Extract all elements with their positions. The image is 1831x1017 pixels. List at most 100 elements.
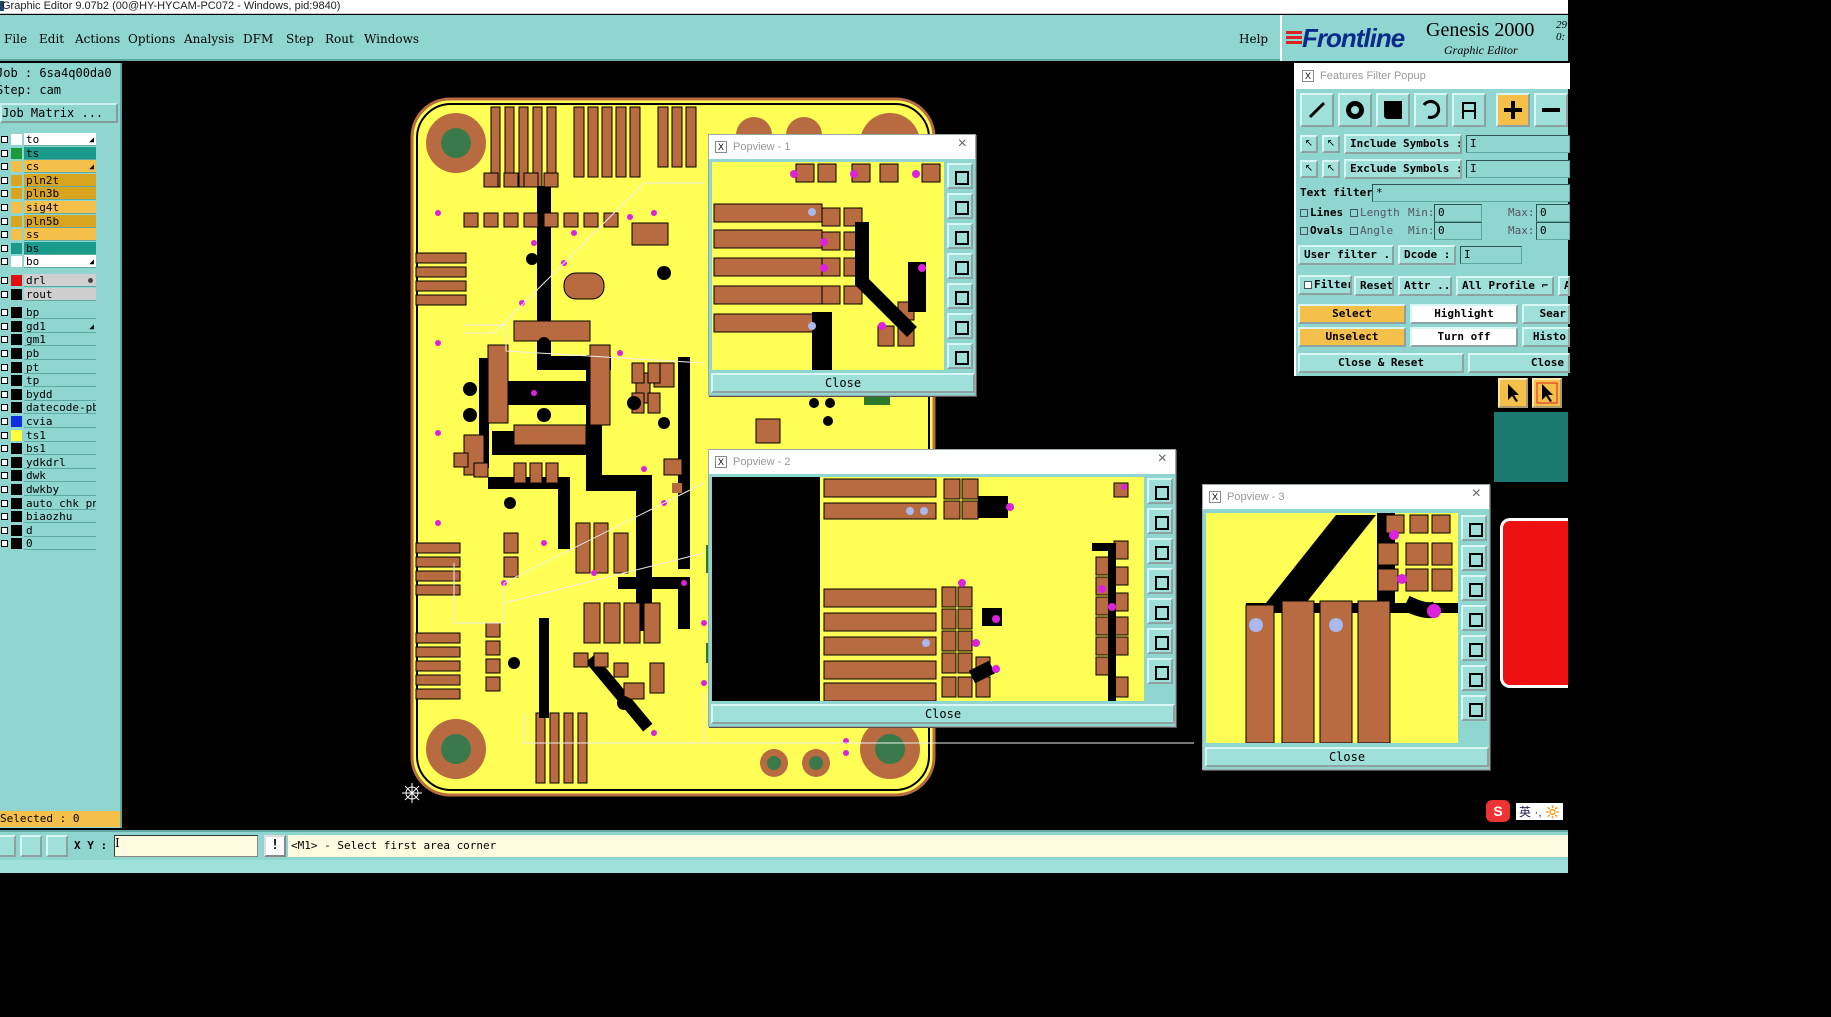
layer-color-swatch[interactable] xyxy=(11,511,22,523)
dcode-input[interactable]: I xyxy=(1460,246,1522,264)
layer-name[interactable]: to xyxy=(24,133,96,146)
pad-type-icon[interactable] xyxy=(1338,93,1372,127)
menu-step[interactable]: Step xyxy=(286,32,314,46)
turn-off-button[interactable]: Turn off xyxy=(1410,327,1518,347)
layer-checkbox[interactable] xyxy=(1,404,8,412)
layer-name[interactable]: auto_chk_pn1 xyxy=(24,496,96,510)
exclude-symbols-button[interactable]: Exclude Symbols : xyxy=(1344,159,1462,179)
pan-down-icon[interactable] xyxy=(1461,575,1487,601)
pan-left-icon[interactable] xyxy=(1461,605,1487,631)
layer-row-0[interactable]: 0 xyxy=(0,537,96,551)
exclude-cursor-icon[interactable]: ↖ xyxy=(1322,160,1340,178)
pan-up-icon[interactable] xyxy=(1461,545,1487,571)
pan-right-icon[interactable] xyxy=(1147,598,1173,624)
layer-color-swatch[interactable] xyxy=(11,134,22,145)
search-button[interactable]: Sear xyxy=(1522,304,1570,324)
layer-checkbox[interactable] xyxy=(1,363,8,371)
layer-color-swatch[interactable] xyxy=(11,375,22,387)
layer-row-bs1[interactable]: bs1 xyxy=(0,442,96,456)
pan-right-icon[interactable] xyxy=(947,283,973,309)
menu-file[interactable]: File xyxy=(4,32,27,46)
layer-color-swatch[interactable] xyxy=(11,147,22,159)
layer-color-swatch[interactable] xyxy=(11,524,22,536)
layer-name[interactable]: ts1 xyxy=(24,428,96,442)
layer-checkbox[interactable] xyxy=(1,309,8,317)
layer-checkbox[interactable] xyxy=(1,336,8,344)
pan-up-icon[interactable] xyxy=(947,193,973,219)
layer-name[interactable]: bo xyxy=(24,255,96,269)
layer-name[interactable]: bs xyxy=(24,241,96,255)
lines-checkbox[interactable]: Lines xyxy=(1300,206,1343,219)
layer-checkbox[interactable] xyxy=(1,204,8,211)
layer-name[interactable]: pln3b xyxy=(24,187,96,201)
layer-color-swatch[interactable] xyxy=(11,443,22,455)
layer-row-to[interactable]: to ◢ xyxy=(0,133,96,146)
layer-checkbox[interactable] xyxy=(1,499,8,507)
layer-row-bs[interactable]: bs xyxy=(0,241,96,255)
fit-view-icon[interactable] xyxy=(1461,515,1487,541)
length-max-input[interactable]: 0 xyxy=(1536,204,1570,222)
popview-1-view[interactable] xyxy=(712,162,944,370)
layer-name[interactable]: gm1 xyxy=(24,333,96,347)
popview-2[interactable]: X Popview - 2 × Close xyxy=(708,449,1176,727)
text-type-icon[interactable] xyxy=(1452,93,1486,127)
zoom-out-icon[interactable] xyxy=(1461,695,1487,721)
zoom-in-icon[interactable] xyxy=(1461,665,1487,691)
layer-name[interactable]: pb xyxy=(24,347,96,360)
close-reset-button[interactable]: Close & Reset xyxy=(1298,353,1464,373)
layer-checkbox[interactable] xyxy=(1,136,8,143)
layer-name[interactable]: bp xyxy=(24,306,96,320)
exclude-symbols-input[interactable]: I xyxy=(1466,160,1570,178)
layer-checkbox[interactable] xyxy=(1,258,8,266)
zoom-out-icon[interactable] xyxy=(1147,658,1173,684)
layer-name[interactable]: gd1 xyxy=(24,319,96,333)
pointer-tool-icon[interactable] xyxy=(1498,378,1528,408)
layer-row-ts1[interactable]: ts1 xyxy=(0,428,96,442)
layer-row-drl[interactable]: drl xyxy=(0,274,96,287)
layer-name[interactable]: bydd xyxy=(24,387,96,401)
popview-2-titlebar[interactable]: X Popview - 2 × xyxy=(709,450,1175,474)
positive-polarity-icon[interactable] xyxy=(1496,93,1530,127)
popview-1-close-icon[interactable]: × xyxy=(958,135,967,153)
measure-icon[interactable] xyxy=(0,835,16,857)
layer-color-swatch[interactable] xyxy=(11,402,22,414)
layer-color-swatch[interactable] xyxy=(11,215,22,227)
layer-checkbox[interactable] xyxy=(1,431,8,439)
layer-name[interactable]: ss xyxy=(24,228,96,242)
layer-color-swatch[interactable] xyxy=(11,256,22,268)
filter-titlebar[interactable]: X Features Filter Popup xyxy=(1296,63,1570,89)
length-checkbox[interactable]: Length xyxy=(1350,206,1400,219)
layer-color-swatch[interactable] xyxy=(11,275,22,286)
popview-2-close-button[interactable]: Close xyxy=(711,704,1175,724)
layer-name[interactable]: ydkdrl xyxy=(24,455,96,469)
layer-checkbox[interactable] xyxy=(1,526,8,534)
menu-rout[interactable]: Rout xyxy=(325,32,354,46)
pan-left-icon[interactable] xyxy=(1147,568,1173,594)
zoom-out-icon[interactable] xyxy=(947,343,973,369)
layer-row-tp[interactable]: tp xyxy=(0,374,96,388)
menu-actions[interactable]: Actions xyxy=(75,32,120,46)
menu-edit[interactable]: Edit xyxy=(39,32,64,46)
layer-row-dwkby[interactable]: dwkby xyxy=(0,483,96,496)
layer-row-cs[interactable]: cs ◢ xyxy=(0,160,96,174)
filter-close-button[interactable]: Close xyxy=(1468,353,1570,373)
pointer-select-icon[interactable] xyxy=(1532,378,1562,408)
layer-color-swatch[interactable] xyxy=(11,429,22,441)
layer-color-swatch[interactable] xyxy=(11,388,22,400)
filter-toggle[interactable]: Filter xyxy=(1298,275,1352,295)
layer-checkbox[interactable] xyxy=(1,149,8,157)
fit-view-icon[interactable] xyxy=(1147,478,1173,504)
layer-row-cvia[interactable]: cvia xyxy=(0,415,96,428)
layer-checkbox[interactable] xyxy=(1,472,8,480)
layer-checkbox[interactable] xyxy=(1,458,8,466)
features-filter-popup[interactable]: X Features Filter Popup ↖ ↖ Include Symb… xyxy=(1294,63,1570,376)
include-pick-icon[interactable]: ↖ xyxy=(1300,135,1318,153)
layer-checkbox[interactable] xyxy=(1,290,8,298)
layer-checkbox[interactable] xyxy=(1,377,8,385)
popview-1-close-button[interactable]: Close xyxy=(711,373,975,393)
text-filter-input[interactable]: * xyxy=(1372,184,1570,202)
layer-row-pb[interactable]: pb xyxy=(0,347,96,360)
layer-color-swatch[interactable] xyxy=(11,484,22,495)
xy-input[interactable]: I xyxy=(114,835,258,857)
layer-checkbox[interactable] xyxy=(1,217,8,225)
